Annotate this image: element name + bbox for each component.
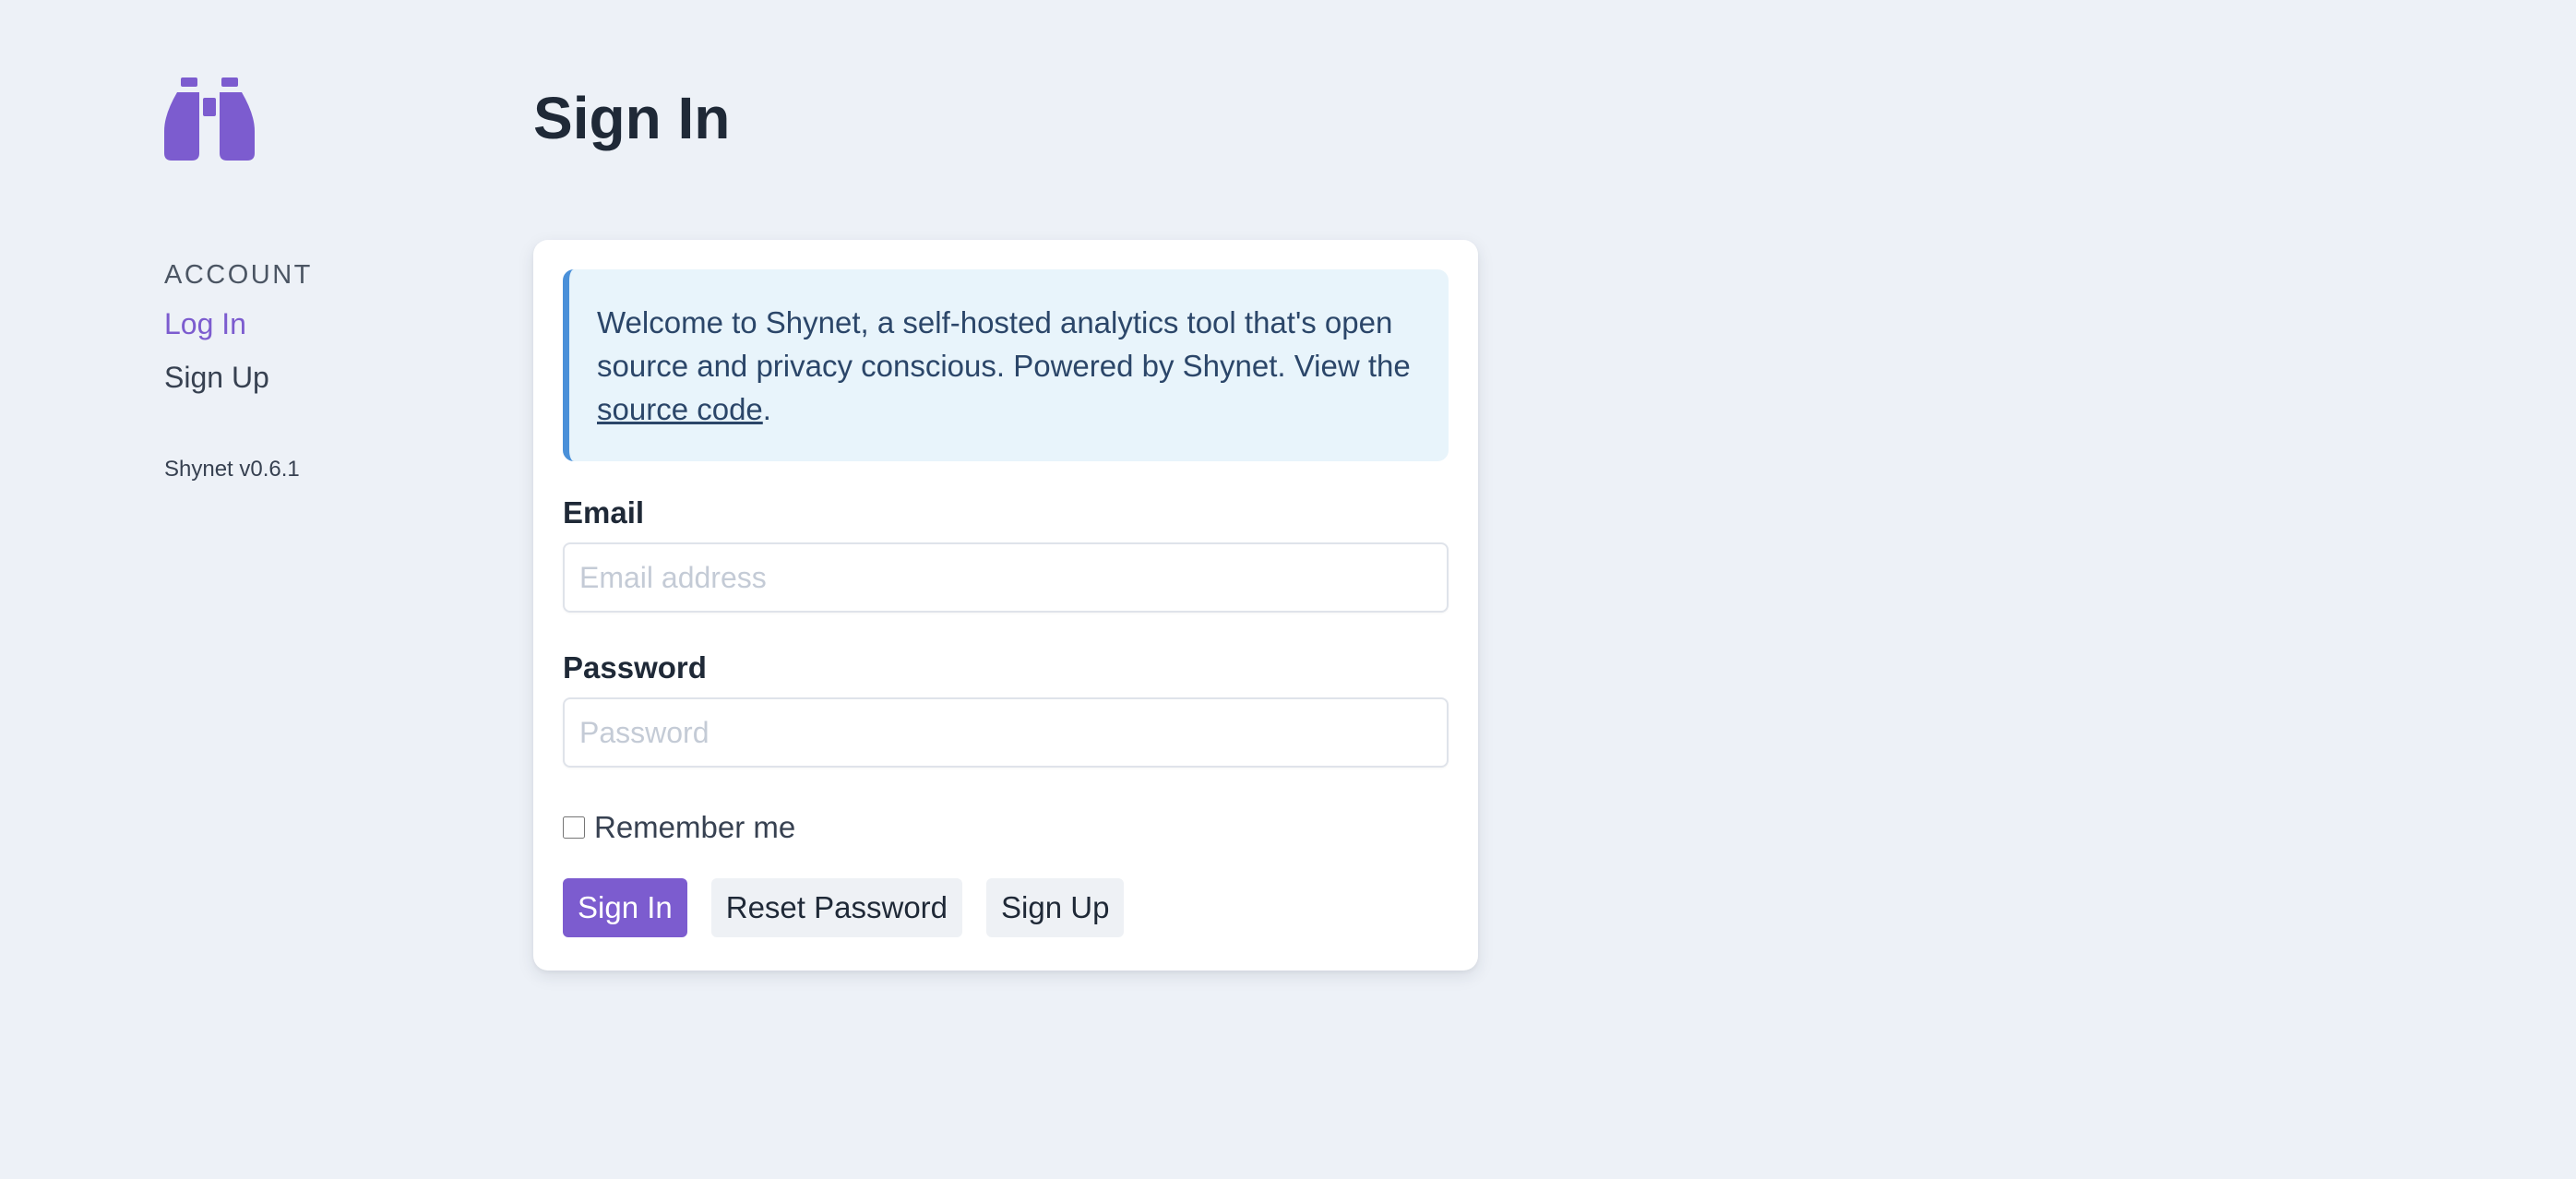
sidebar-item-log-in[interactable]: Log In: [164, 304, 496, 344]
remember-me-row: Remember me: [563, 810, 1449, 845]
page-title: Sign In: [533, 85, 731, 151]
notice-text: Welcome to Shynet, a self-hosted analyti…: [597, 305, 1411, 383]
password-field[interactable]: [563, 697, 1449, 768]
sidebar: ACCOUNT Log In Sign Up Shynet v0.6.1: [164, 77, 496, 482]
binoculars-icon[interactable]: [164, 77, 255, 161]
version-label: Shynet v0.6.1: [164, 457, 300, 482]
email-label: Email: [563, 495, 645, 530]
sign-in-button[interactable]: Sign In: [563, 878, 687, 937]
sign-in-card: Welcome to Shynet, a self-hosted analyti…: [533, 240, 1478, 971]
welcome-notice: Welcome to Shynet, a self-hosted analyti…: [563, 269, 1449, 461]
remember-me-checkbox[interactable]: [563, 816, 585, 839]
email-field[interactable]: [563, 542, 1449, 613]
button-row: Sign In Reset Password Sign Up: [563, 878, 1449, 937]
source-code-link[interactable]: source code: [597, 392, 763, 426]
remember-me-label[interactable]: Remember me: [594, 810, 795, 845]
sidebar-item-sign-up[interactable]: Sign Up: [164, 357, 496, 398]
notice-text-end: .: [762, 392, 771, 426]
sign-up-button[interactable]: Sign Up: [986, 878, 1125, 937]
sidebar-section-heading: ACCOUNT: [164, 260, 313, 290]
reset-password-button[interactable]: Reset Password: [710, 878, 963, 937]
password-label: Password: [563, 650, 707, 685]
